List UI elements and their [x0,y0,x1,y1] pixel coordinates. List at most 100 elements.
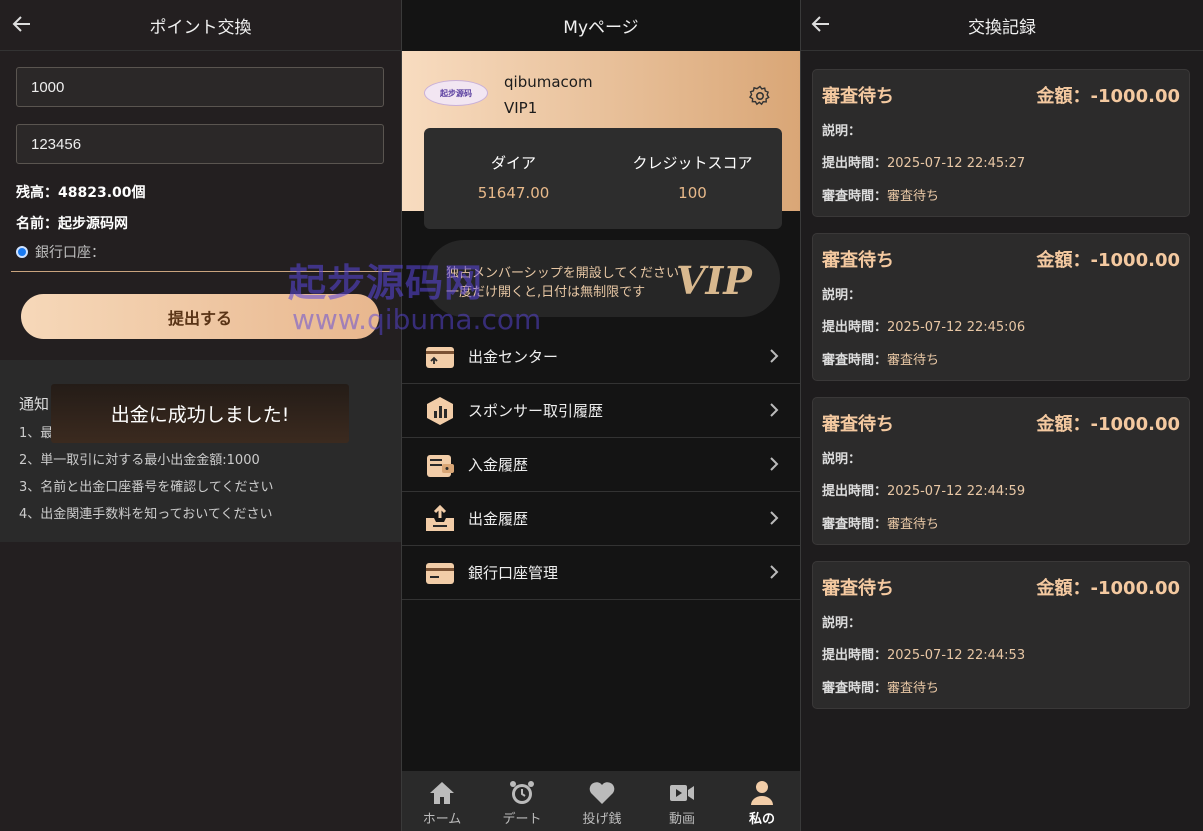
gear-icon[interactable] [748,84,772,108]
submit-label: 提出時間： [822,320,888,335]
desc-label: 説明： [822,288,862,303]
record-submit-time: 提出時間：2025-07-12 22:44:59 [822,480,1025,499]
stat-diamond: ダイア 51647.00 [424,152,603,202]
home-icon [430,782,454,804]
back-arrow-icon[interactable] [8,10,36,38]
amount-label: 金額： [1036,414,1091,435]
chevron-right-icon [770,349,779,363]
balance-row: 残高：48823.00個 [16,182,146,202]
submit-label: 提出時間： [822,648,888,663]
menu-item-withdraw-center[interactable]: 出金センター [402,330,800,384]
name-label: 名前： [16,216,58,232]
submit-label: 提出時間： [822,484,888,499]
chart-icon [427,396,453,425]
radio-selected-icon[interactable] [16,246,28,258]
submit-time: 2025-07-12 22:44:53 [887,648,1026,663]
desc-label: 説明： [822,124,862,139]
video-icon [670,785,694,801]
menu-label: 入金履歴 [468,456,529,474]
record-amount: 金額：-1000.00 [1037,410,1180,436]
record-card[interactable]: 審査待ち 金額：-1000.00 説明： 提出時間：2025-07-12 22:… [812,561,1190,709]
menu-item-deposit-history[interactable]: 入金履歴 [402,438,800,492]
amount-label: 金額： [1036,250,1091,271]
divider [11,271,391,272]
vip-banner-line1: 独占メンバーシップを開設してください [446,266,679,281]
bank-account-label: 銀行口座： [35,245,105,261]
review-value: 審査待ち [887,517,940,532]
stat-label: ダイア [490,154,536,172]
review-label: 審査時間： [822,189,888,204]
submit-time: 2025-07-12 22:45:06 [887,320,1026,335]
notice-item: 4、出金関連手数料を知っておいてください [19,507,273,522]
record-review-time: 審査時間：審査待ち [822,185,939,204]
back-arrow-icon[interactable] [807,10,835,38]
tab-date[interactable]: デート [482,771,562,831]
record-desc: 説明： [822,284,861,303]
record-submit-time: 提出時間：2025-07-12 22:45:06 [822,316,1025,335]
tray-upload-icon [426,504,454,531]
chevron-right-icon [770,511,779,525]
tab-video[interactable]: 動画 [642,771,722,831]
record-desc: 説明： [822,120,861,139]
menu-label: 出金履歴 [468,510,529,528]
desc-label: 説明： [822,616,862,631]
notice-title: 通知 [19,395,50,413]
amount-value: -1000.00 [1090,578,1180,599]
mypage-header: Myページ [402,0,800,51]
avatar[interactable]: 起步源码 [424,80,488,106]
success-toast: 出金に成功しました! [51,384,349,443]
record-status: 審査待ち [822,250,894,271]
stat-credit: クレジットスコア 100 [603,152,782,202]
amount-value: -1000.00 [1090,414,1180,435]
tab-tip[interactable]: 投げ銭 [562,771,642,831]
record-card[interactable]: 審査待ち 金額：-1000.00 説明： 提出時間：2025-07-12 22:… [812,397,1190,545]
vip-banner-line2: 一度だけ開くと,日付は無制限です [446,285,646,300]
stat-value: 51647.00 [477,184,550,202]
vip-level: VIP1 [504,99,538,117]
menu-label: 銀行口座管理 [468,564,559,582]
notice-item: 2、単一取引に対する最小出金金額:1000 [19,453,260,468]
mypage-panel: Myページ 起步源码 qibumacom VIP1 ダイア 51647.00 ク… [401,0,801,831]
review-value: 審査待ち [887,353,940,368]
record-card[interactable]: 審査待ち 金額：-1000.00 説明： 提出時間：2025-07-12 22:… [812,233,1190,381]
submit-label: 提出時間： [822,156,888,171]
menu-list: 出金センター スポンサー取引履歴 入金履歴 出金履歴 銀行口座管理 [402,330,800,600]
notice-item: 1、最 [19,426,54,441]
review-label: 審査時間： [822,681,888,696]
username: qibumacom [504,73,593,91]
tab-label: ホーム [422,812,462,827]
amount-label: 金額： [1036,86,1091,107]
card-icon [426,562,454,584]
chevron-right-icon [770,403,779,417]
menu-item-sponsor-history[interactable]: スポンサー取引履歴 [402,384,800,438]
record-status: 審査待ち [822,86,894,107]
review-value: 審査待ち [887,189,940,204]
tab-label: 動画 [668,812,695,827]
amount-value: -1000.00 [1090,250,1180,271]
balance-label: 残高： [16,185,58,201]
record-submit-time: 提出時間：2025-07-12 22:45:27 [822,152,1025,171]
tab-home[interactable]: ホーム [402,771,482,831]
record-card[interactable]: 審査待ち 金額：-1000.00 説明： 提出時間：2025-07-12 22:… [812,69,1190,217]
tab-label: 私の [748,812,775,827]
menu-label: スポンサー取引履歴 [468,402,604,420]
tab-label: デート [502,812,542,827]
amount-input[interactable]: 1000 [16,67,384,107]
menu-item-withdraw-history[interactable]: 出金履歴 [402,492,800,546]
vip-membership-banner[interactable]: 独占メンバーシップを開設してください 一度だけ開くと,日付は無制限です VIP [426,240,780,317]
bank-account-option[interactable]: 銀行口座： [16,242,105,262]
password-input[interactable]: 123456 [16,124,384,164]
submit-button[interactable]: 提出する [21,294,379,339]
desc-label: 説明： [822,452,862,467]
record-status: 審査待ち [822,578,894,599]
records-panel: 交換記録 審査待ち 金額：-1000.00 説明： 提出時間：2025-07-1… [801,0,1203,831]
menu-item-bank-account[interactable]: 銀行口座管理 [402,546,800,600]
balance-value: 48823.00個 [58,185,146,201]
chevron-right-icon [770,457,779,471]
submit-time: 2025-07-12 22:45:27 [887,156,1026,171]
tab-label: 投げ銭 [582,812,622,827]
stat-label: クレジットスコア [632,154,753,172]
bottom-tab-bar: ホーム デート 投げ銭 動画 私の [402,771,800,831]
tab-mine[interactable]: 私の [722,771,800,831]
submit-time: 2025-07-12 22:44:59 [887,484,1026,499]
